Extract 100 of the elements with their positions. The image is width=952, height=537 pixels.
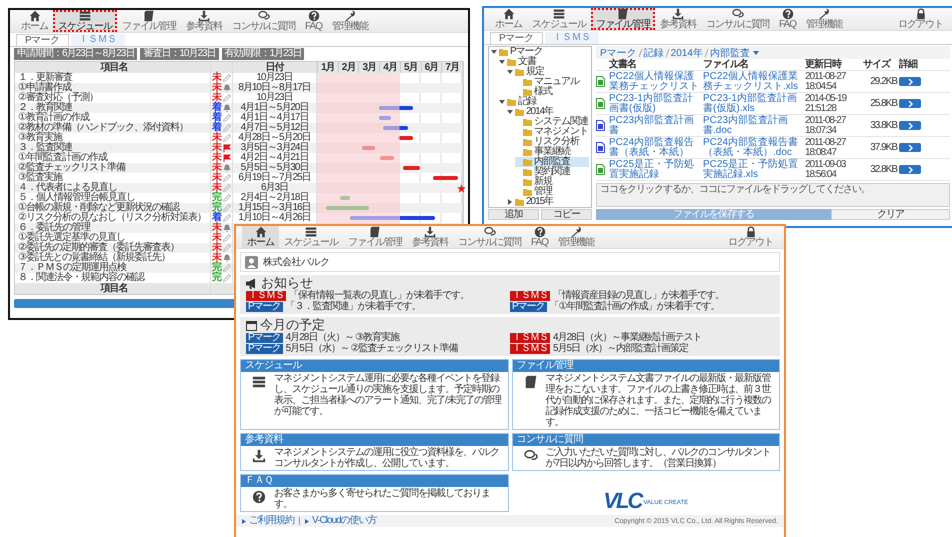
tab[interactable]: ＩＳＭＳ: [70, 34, 125, 46]
tree-item[interactable]: 様式: [515, 87, 589, 97]
card-title: ＦＡＱ: [241, 475, 508, 487]
bell-icon[interactable]: [223, 84, 231, 92]
lock-icon: [914, 8, 926, 20]
chat-icon: [258, 10, 270, 22]
file-link[interactable]: PC25是正・予防処置実施記録.xls: [703, 160, 803, 180]
tree-item[interactable]: 記録: [499, 97, 589, 107]
status-label: 未: [212, 93, 221, 103]
tree-item[interactable]: 契約関連: [515, 167, 589, 177]
file-link[interactable]: PC23内部監査計画書.doc: [703, 116, 803, 136]
tree-item[interactable]: 2015年: [507, 197, 589, 207]
nav-item[interactable]: スケジュール: [53, 10, 117, 32]
tree-item[interactable]: システム関連: [515, 117, 589, 127]
nav-item[interactable]: FAQ: [774, 8, 802, 30]
download-icon: [672, 8, 684, 20]
status-label: 着: [212, 113, 221, 123]
column-header: 日付: [233, 62, 317, 73]
tag: ＩＳＭＳ: [246, 290, 286, 300]
schedule-bar: [380, 156, 394, 160]
bell-icon[interactable]: [223, 164, 231, 172]
nav-item[interactable]: FAQ: [300, 10, 328, 32]
pen-icon[interactable]: [223, 94, 231, 102]
home-icon: [254, 226, 266, 238]
home-icon: [502, 8, 514, 20]
tree-item[interactable]: Pマーク: [491, 47, 589, 57]
bell-icon[interactable]: [223, 254, 231, 262]
tree-item[interactable]: 規定: [507, 67, 589, 77]
breadcrumb-link[interactable]: Pマーク: [600, 46, 637, 60]
list-icon: [79, 10, 91, 22]
updated-cell-text: 2011-08-27 18:08:47: [805, 138, 847, 158]
nav-item[interactable]: コンサルに質問: [453, 226, 526, 248]
nav-item[interactable]: ホーム: [16, 10, 53, 32]
schedule-bar: [362, 146, 375, 150]
nav-item[interactable]: ホーム: [242, 226, 279, 248]
tree-item[interactable]: リスク分析: [515, 137, 589, 147]
detail-button[interactable]: [899, 99, 921, 108]
detail-button[interactable]: [899, 143, 921, 152]
schedule-bar: [326, 206, 369, 210]
notice-text: 「保有情報一覧表の見直し」が未着手です。: [289, 290, 469, 300]
card-description: ご入力いただいた質問に対し、バルクのコンサルタントが7日以内から回答します。（営業日換算）: [546, 447, 772, 469]
nav-item[interactable]: スケジュール: [279, 226, 343, 248]
tree-item[interactable]: マネジメント: [515, 127, 589, 137]
file-link[interactable]: PC23-1内部監査計画書(仮版).xls: [703, 94, 803, 114]
nav-item[interactable]: ログアウト: [893, 8, 948, 30]
nav-item[interactable]: ログアウト: [723, 226, 778, 248]
file-link[interactable]: PC24内部監査報告書（表紙・本紙）.doc: [703, 138, 803, 158]
tab[interactable]: Pマーク: [16, 34, 69, 46]
tree-item[interactable]: 文書: [499, 57, 589, 67]
chevron-icon: [908, 166, 912, 172]
detail-button[interactable]: [899, 165, 921, 174]
clear-button[interactable]: クリア: [830, 209, 950, 220]
bell-icon[interactable]: [223, 104, 231, 112]
document-link[interactable]: PC23内部監査計画書: [609, 116, 701, 136]
tree-item[interactable]: 管理: [515, 187, 589, 197]
tree-item[interactable]: 新規: [515, 177, 589, 187]
pen-icon[interactable]: [223, 74, 231, 82]
tree-item[interactable]: 事業継続: [515, 147, 589, 157]
bell-icon[interactable]: [223, 224, 231, 232]
detail-button[interactable]: [899, 121, 921, 130]
document-link[interactable]: PC24内部監査報告書（表紙・本紙）: [609, 138, 701, 158]
tree-item[interactable]: マニュアル: [515, 77, 589, 87]
file-link[interactable]: PC22個人情報保護業務チェックリスト.xls: [703, 72, 803, 92]
nav-item[interactable]: 管理機能: [327, 10, 374, 32]
nav-item[interactable]: 管理機能: [801, 8, 848, 30]
flag-icon[interactable]: [223, 144, 231, 152]
tree-item[interactable]: 内部監査: [515, 157, 589, 167]
nav-item[interactable]: FAQ: [526, 226, 554, 248]
nav-item[interactable]: コンサルに質問: [227, 10, 300, 32]
nav-item[interactable]: ファイル管理: [343, 226, 407, 248]
nav-item[interactable]: 管理機能: [553, 226, 600, 248]
card-title: ファイル管理: [512, 360, 779, 372]
nav-item[interactable]: 参考資料: [407, 226, 453, 248]
schedule-bar: [433, 176, 458, 180]
breadcrumb-link[interactable]: 2014年: [670, 46, 703, 60]
nav-item[interactable]: スケジュール: [527, 8, 591, 30]
nav-item[interactable]: 参考資料: [655, 8, 701, 30]
flag-icon[interactable]: [223, 154, 231, 162]
nav-item[interactable]: ファイル管理: [591, 8, 655, 30]
document-link[interactable]: PC23-1内部監査計画書(仮版): [609, 94, 701, 114]
detail-button[interactable]: [899, 77, 921, 86]
document-link[interactable]: PC25是正・予防処置実施記録: [609, 160, 701, 180]
footer-link[interactable]: ご利用規約: [249, 516, 294, 526]
list-icon: [553, 8, 565, 20]
tab[interactable]: Pマーク: [490, 32, 543, 44]
tree-item[interactable]: 2014年: [507, 107, 589, 117]
tab[interactable]: ＩＳＭＳ: [544, 32, 599, 44]
tree-button[interactable]: 追加: [488, 209, 539, 220]
updated-cell-text: 2014-05-19 21:51:28: [805, 94, 848, 114]
nav-item[interactable]: 参考資料: [181, 10, 227, 32]
nav-item[interactable]: ホーム: [490, 8, 527, 30]
nav-item[interactable]: コンサルに質問: [701, 8, 774, 30]
tree-button[interactable]: コピー: [541, 209, 592, 220]
breadcrumb-link[interactable]: 記録: [644, 46, 664, 60]
footer-link[interactable]: V-Cloudの使い方: [312, 516, 377, 526]
breadcrumb-link[interactable]: 内部監査: [710, 46, 750, 60]
document-link[interactable]: PC22個人情報保護業務チェックリスト: [609, 72, 701, 92]
nav-item[interactable]: ファイル管理: [117, 10, 181, 32]
drop-zone[interactable]: ココをクリックするか、ココにファイルをドラッグしてください。: [596, 183, 950, 207]
column-header: 項目名: [15, 283, 211, 294]
